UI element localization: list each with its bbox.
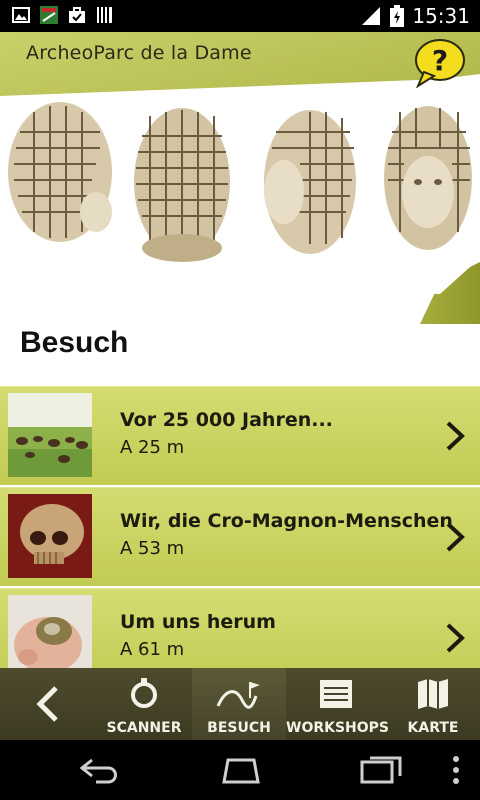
back-button[interactable] — [0, 668, 96, 740]
venus-head-1 — [8, 102, 112, 242]
tab-workshops[interactable]: WORKSHOPS — [286, 668, 390, 740]
signal-icon — [362, 7, 381, 25]
scanner-ring-icon — [131, 678, 157, 708]
chevron-left-icon — [36, 686, 58, 722]
help-glyph: ? — [432, 44, 448, 77]
station-title: Wir, die Cro-Magnon-Menschen — [120, 510, 453, 532]
chevron-right-icon — [446, 421, 465, 451]
tab-karte[interactable]: KARTE — [386, 668, 480, 740]
barcode-icon — [97, 7, 112, 23]
station-title: Vor 25 000 Jahren... — [120, 409, 333, 431]
mammoth-herd-thumbnail — [8, 393, 92, 477]
app-badge-icon — [40, 6, 58, 24]
recent-apps-icon[interactable] — [358, 754, 406, 786]
tab-label: WORKSHOPS — [286, 720, 390, 736]
back-arrow-icon[interactable] — [78, 754, 122, 786]
overflow-menu-icon[interactable] — [450, 754, 462, 786]
app-title: ArcheoParc de la Dame — [26, 42, 252, 64]
tab-label: BESUCH — [207, 720, 271, 736]
venus-head-3 — [264, 110, 356, 254]
help-button[interactable]: ? — [414, 38, 466, 88]
station-list: Vor 25 000 Jahren... A 25 m Wir, die Cro… — [0, 386, 480, 668]
venus-head-4 — [384, 106, 472, 250]
station-distance: A 25 m — [120, 437, 185, 458]
tab-label: KARTE — [407, 720, 459, 736]
status-time: 15:31 — [412, 4, 470, 28]
list-item[interactable]: Vor 25 000 Jahren... A 25 m — [0, 386, 480, 485]
station-distance: A 61 m — [120, 639, 185, 660]
fossil-in-hand-thumbnail — [8, 595, 92, 668]
app-screen: ArcheoParc de la Dame ? Besuch Vor 25 00… — [0, 32, 480, 668]
chevron-right-icon — [446, 522, 465, 552]
status-bar: 15:31 — [0, 0, 480, 32]
path-flag-icon — [216, 682, 260, 709]
list-item[interactable]: Um uns herum A 61 m — [0, 588, 480, 668]
system-navigation-bar — [0, 740, 480, 800]
chevron-right-icon — [446, 623, 465, 653]
header-banner — [0, 32, 480, 324]
tab-besuch[interactable]: BESUCH — [192, 668, 286, 740]
battery-icon — [390, 5, 405, 27]
image-icon — [12, 7, 30, 23]
home-icon[interactable] — [216, 754, 266, 786]
skull-thumbnail — [8, 494, 92, 578]
list-item[interactable]: Wir, die Cro-Magnon-Menschen A 53 m — [0, 487, 480, 586]
briefcase-icon — [69, 7, 85, 23]
station-title: Um uns herum — [120, 611, 276, 633]
bottom-tab-bar: SCANNER BESUCH WORKSHOPS KARTE — [0, 668, 480, 740]
section-title: Besuch — [20, 326, 129, 359]
tab-scanner[interactable]: SCANNER — [96, 668, 192, 740]
station-distance: A 53 m — [120, 538, 185, 559]
map-icon — [418, 679, 448, 709]
tab-label: SCANNER — [106, 720, 182, 736]
notebook-icon — [320, 680, 352, 708]
